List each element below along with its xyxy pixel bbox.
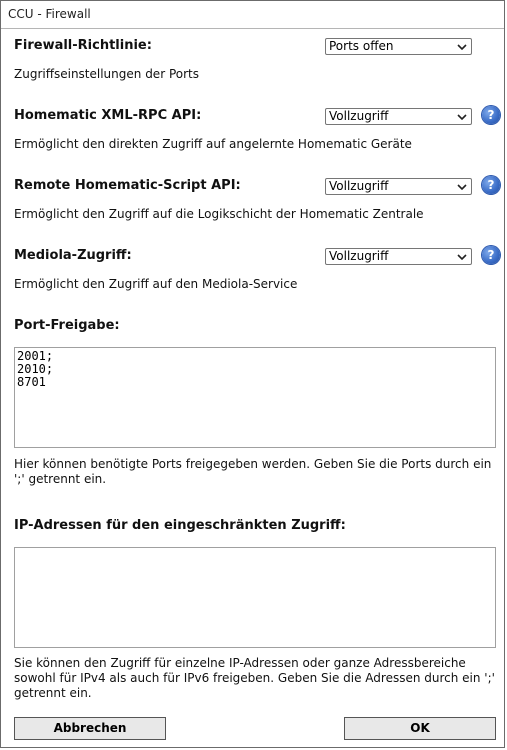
script-api-description: Ermöglicht den Zugriff auf die Logikschi… bbox=[14, 207, 424, 221]
window-title: CCU - Firewall bbox=[8, 7, 91, 21]
xmlrpc-api-description: Ermöglicht den direkten Zugriff auf ange… bbox=[14, 137, 412, 151]
firewall-policy-select[interactable]: Ports offen bbox=[325, 38, 472, 55]
cancel-button[interactable]: Abbrechen bbox=[14, 717, 166, 740]
firewall-policy-description: Zugriffseinstellungen der Ports bbox=[14, 67, 199, 81]
mediola-value: Vollzugriff bbox=[329, 249, 389, 263]
firewall-policy-label: Firewall-Richtlinie: bbox=[14, 38, 152, 53]
ip-restricted-description: Sie können den Zugriff für einzelne IP-A… bbox=[14, 656, 495, 700]
port-release-textarea[interactable]: 2001; 2010; 8701 bbox=[14, 347, 496, 448]
ip-restricted-textarea[interactable] bbox=[14, 547, 496, 648]
mediola-select[interactable]: Vollzugriff bbox=[325, 248, 472, 265]
xmlrpc-api-value: Vollzugriff bbox=[329, 109, 389, 123]
chevron-down-icon bbox=[457, 184, 467, 191]
help-icon[interactable]: ? bbox=[482, 106, 500, 124]
xmlrpc-api-select[interactable]: Vollzugriff bbox=[325, 108, 472, 125]
chevron-down-icon bbox=[457, 114, 467, 121]
firewall-dialog: CCU - Firewall × Firewall-Richtlinie: Po… bbox=[0, 0, 505, 748]
ok-button[interactable]: OK bbox=[344, 717, 496, 740]
chevron-down-icon bbox=[457, 254, 467, 261]
script-api-label: Remote Homematic-Script API: bbox=[14, 178, 241, 193]
ip-restricted-label: IP-Adressen für den eingeschränkten Zugr… bbox=[14, 518, 346, 533]
port-release-label: Port-Freigabe: bbox=[14, 318, 120, 333]
script-api-select[interactable]: Vollzugriff bbox=[325, 178, 472, 195]
help-icon[interactable]: ? bbox=[482, 176, 500, 194]
mediola-label: Mediola-Zugriff: bbox=[14, 248, 132, 263]
title-bar: CCU - Firewall × bbox=[1, 1, 504, 29]
chevron-down-icon bbox=[457, 44, 467, 51]
xmlrpc-api-label: Homematic XML-RPC API: bbox=[14, 108, 202, 123]
script-api-value: Vollzugriff bbox=[329, 179, 389, 193]
firewall-policy-value: Ports offen bbox=[329, 39, 394, 53]
close-icon[interactable]: × bbox=[482, 5, 500, 23]
port-release-description: Hier können benötigte Ports freigegeben … bbox=[14, 457, 492, 486]
mediola-description: Ermöglicht den Zugriff auf den Mediola-S… bbox=[14, 277, 298, 291]
help-icon[interactable]: ? bbox=[482, 246, 500, 264]
